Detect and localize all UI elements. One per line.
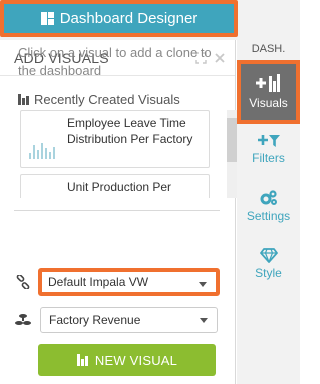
list-scrollbar-thumb[interactable] — [227, 118, 237, 162]
recent-visual-title: Unit Production Per — [67, 180, 172, 194]
connection-select-value: Default Impala VW — [48, 275, 149, 289]
new-visual-button[interactable]: NEW VISUAL — [38, 344, 216, 376]
recent-visual-card[interactable]: Unit Production Per — [20, 174, 210, 198]
tab-visuals-label: Visuals — [249, 96, 288, 110]
dashboard-designer-button[interactable]: Dashboard Designer — [0, 0, 238, 37]
recent-visuals-list: Employee Leave Time Distribution Per Fac… — [20, 110, 238, 198]
dataset-select[interactable]: Factory Revenue — [40, 307, 218, 333]
dataset-icon — [14, 311, 32, 329]
chevron-down-icon — [200, 318, 208, 323]
help-text: Click on a visual to add a clone to the … — [18, 45, 212, 78]
bar-chart-icon — [76, 354, 88, 366]
new-visual-label: NEW VISUAL — [94, 352, 178, 368]
dataset-select-value: Factory Revenue — [49, 313, 141, 327]
tab-settings[interactable]: Settings — [237, 190, 300, 223]
tab-filters-label: Filters — [252, 151, 285, 165]
recent-visual-card[interactable]: Employee Leave Time Distribution Per Fac… — [20, 110, 210, 168]
diamond-icon — [259, 248, 278, 263]
dashboard-designer-label: Dashboard Designer — [59, 10, 198, 27]
dash-tab[interactable]: DASH. — [237, 40, 300, 58]
recently-created-label: Recently Created Visuals — [34, 92, 180, 107]
connection-select[interactable]: Default Impala VW — [38, 268, 220, 296]
tab-style[interactable]: Style — [237, 248, 300, 280]
bar-chart-icon — [18, 94, 29, 105]
chevron-down-icon — [199, 282, 207, 287]
gears-icon — [260, 190, 277, 205]
plus-chart-icon — [255, 74, 280, 92]
plus-filter-icon — [257, 135, 280, 147]
tab-style-label: Style — [255, 266, 282, 280]
tab-filters[interactable]: Filters — [237, 134, 300, 165]
link-icon — [14, 273, 32, 291]
recently-created-heading: Recently Created Visuals — [18, 92, 180, 107]
divider — [14, 210, 220, 211]
dashboard-grid-icon — [40, 12, 54, 25]
tab-settings-label: Settings — [246, 209, 291, 223]
tab-visuals[interactable]: Visuals — [237, 60, 300, 124]
visual-thumbnail-icon — [29, 141, 55, 159]
visual-thumbnail-icon — [29, 191, 55, 198]
recent-visual-title: Employee Leave Time Distribution Per Fac… — [67, 116, 193, 146]
